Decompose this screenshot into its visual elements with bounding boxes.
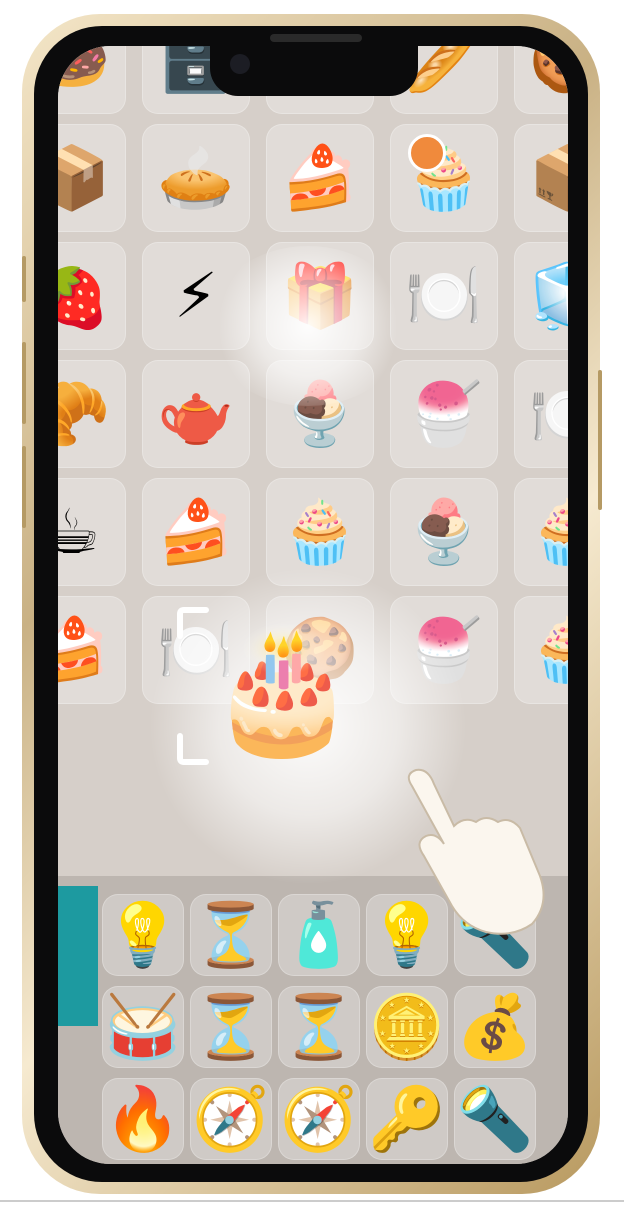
mute-button bbox=[22, 446, 26, 528]
desk-lamp-tile[interactable]: 💡 bbox=[102, 894, 184, 976]
wooden-crate-right-tile[interactable]: 📦 bbox=[514, 124, 568, 232]
eclair-icon: 🥐 bbox=[58, 377, 111, 450]
volume-up-button bbox=[22, 256, 26, 302]
chest-glow bbox=[208, 246, 408, 406]
donut-tile[interactable]: 🍩 bbox=[58, 46, 126, 114]
compass-two-icon: 🧭 bbox=[280, 1082, 358, 1155]
earpiece-speaker bbox=[270, 34, 362, 42]
perfume-bottle-tile[interactable]: 🧴 bbox=[278, 894, 360, 976]
compass-icon: 🧭 bbox=[192, 1082, 270, 1155]
latte-glass-tile[interactable]: ☕ bbox=[58, 478, 126, 586]
flashlight-two-tile[interactable]: 🔦 bbox=[454, 1078, 536, 1160]
pie-tin-icon: 🥧 bbox=[157, 141, 235, 214]
macaron-tile[interactable]: 🍪 bbox=[514, 46, 568, 114]
wooden-crate-tile[interactable]: 📦 bbox=[58, 124, 126, 232]
mille-feuille-tile[interactable]: 🍰 bbox=[58, 596, 126, 704]
cake-slice-icon: 🍰 bbox=[281, 141, 359, 214]
drum-icon: 🥁 bbox=[104, 990, 182, 1063]
perfume-bottle-icon: 🧴 bbox=[280, 898, 358, 971]
cupcake-liners-right-tile[interactable]: 🧁 bbox=[514, 596, 568, 704]
cheesecake-icon: 🍰 bbox=[157, 495, 235, 568]
plates-right-icon: 🍽️ bbox=[529, 383, 568, 445]
parfait-two-icon: 🍨 bbox=[405, 495, 483, 568]
gold-coins-tile[interactable]: 🪙 bbox=[366, 986, 448, 1068]
parfait-two-tile[interactable]: 🍨 bbox=[390, 478, 498, 586]
page-divider bbox=[0, 1200, 624, 1202]
dessert-showcase-tile[interactable]: 🧁 bbox=[390, 124, 498, 232]
muffin-tile[interactable]: 🧁 bbox=[514, 478, 568, 586]
hourglass-icon: ⏳ bbox=[192, 898, 270, 971]
front-camera bbox=[230, 54, 250, 74]
flashlight-two-icon: 🔦 bbox=[456, 1082, 534, 1155]
glass-display-tile[interactable]: 🧊 bbox=[514, 242, 568, 350]
gold-coins-icon: 🪙 bbox=[368, 990, 446, 1063]
plates-icon: 🍽️ bbox=[405, 259, 483, 332]
muffin-icon: 🧁 bbox=[529, 501, 568, 563]
plates-right-tile[interactable]: 🍽️ bbox=[514, 360, 568, 468]
keys-tile[interactable]: 🔑 bbox=[366, 1078, 448, 1160]
hourglass-two-tile[interactable]: ⏳ bbox=[190, 986, 272, 1068]
eclair-tile[interactable]: 🥐 bbox=[58, 360, 126, 468]
soup-tureen-icon: 🫖 bbox=[157, 377, 235, 450]
donut-icon: 🍩 bbox=[58, 46, 111, 96]
selection-brackets bbox=[177, 607, 209, 765]
pie-tin-tile[interactable]: 🥧 bbox=[142, 124, 250, 232]
compass-tile[interactable]: 🧭 bbox=[190, 1078, 272, 1160]
cupcake-liners-right-icon: 🧁 bbox=[529, 619, 568, 681]
keys-icon: 🔑 bbox=[368, 1082, 446, 1155]
side-panel-accent bbox=[58, 886, 98, 1026]
ice-cream-bowl-tile[interactable]: 🍧 bbox=[390, 360, 498, 468]
mille-feuille-icon: 🍰 bbox=[58, 613, 111, 686]
power-button bbox=[598, 370, 602, 510]
wooden-crate-right-icon: 📦 bbox=[529, 147, 568, 209]
coin-pot-icon: 💰 bbox=[456, 990, 534, 1063]
strawberry-tart-tile[interactable]: 🍓 bbox=[58, 242, 126, 350]
pointing-hand-icon bbox=[407, 768, 545, 935]
hourglass-three-icon: ⏳ bbox=[280, 990, 358, 1063]
compass-two-tile[interactable]: 🧭 bbox=[278, 1078, 360, 1160]
latte-glass-icon: ☕ bbox=[58, 495, 100, 568]
macaron-icon: 🍪 bbox=[529, 46, 568, 91]
matches-tile[interactable]: 🔥 bbox=[102, 1078, 184, 1160]
glass-display-icon: 🧊 bbox=[529, 265, 568, 327]
ice-cream-bowl-icon: 🍧 bbox=[405, 377, 483, 450]
timer-badge-icon bbox=[408, 134, 446, 172]
hourglass-tile[interactable]: ⏳ bbox=[190, 894, 272, 976]
coin-pot-tile[interactable]: 💰 bbox=[454, 986, 536, 1068]
hourglass-two-icon: ⏳ bbox=[192, 990, 270, 1063]
drum-tile[interactable]: 🥁 bbox=[102, 986, 184, 1068]
game-screen: 🍩🗄️🥧🥖🍪📦🥧🍰🧁📦🍓⚡🎁🍽️🧊🥐🫖🍨🍧🍽️☕🍰🧁🍨🧁🍰🍽️🍪🍧🧁 💡⏳🧴💡🔦… bbox=[58, 46, 568, 1164]
wooden-crate-icon: 📦 bbox=[58, 141, 111, 214]
hourglass-three-tile[interactable]: ⏳ bbox=[278, 986, 360, 1068]
cake-slice-tile[interactable]: 🍰 bbox=[266, 124, 374, 232]
cupcake-liners-icon: 🧁 bbox=[281, 495, 359, 568]
strawberry-tart-icon: 🍓 bbox=[58, 259, 111, 332]
desk-lamp-icon: 💡 bbox=[104, 898, 182, 971]
matches-icon: 🔥 bbox=[104, 1082, 182, 1155]
volume-down-button bbox=[22, 342, 26, 424]
cheesecake-tile[interactable]: 🍰 bbox=[142, 478, 250, 586]
